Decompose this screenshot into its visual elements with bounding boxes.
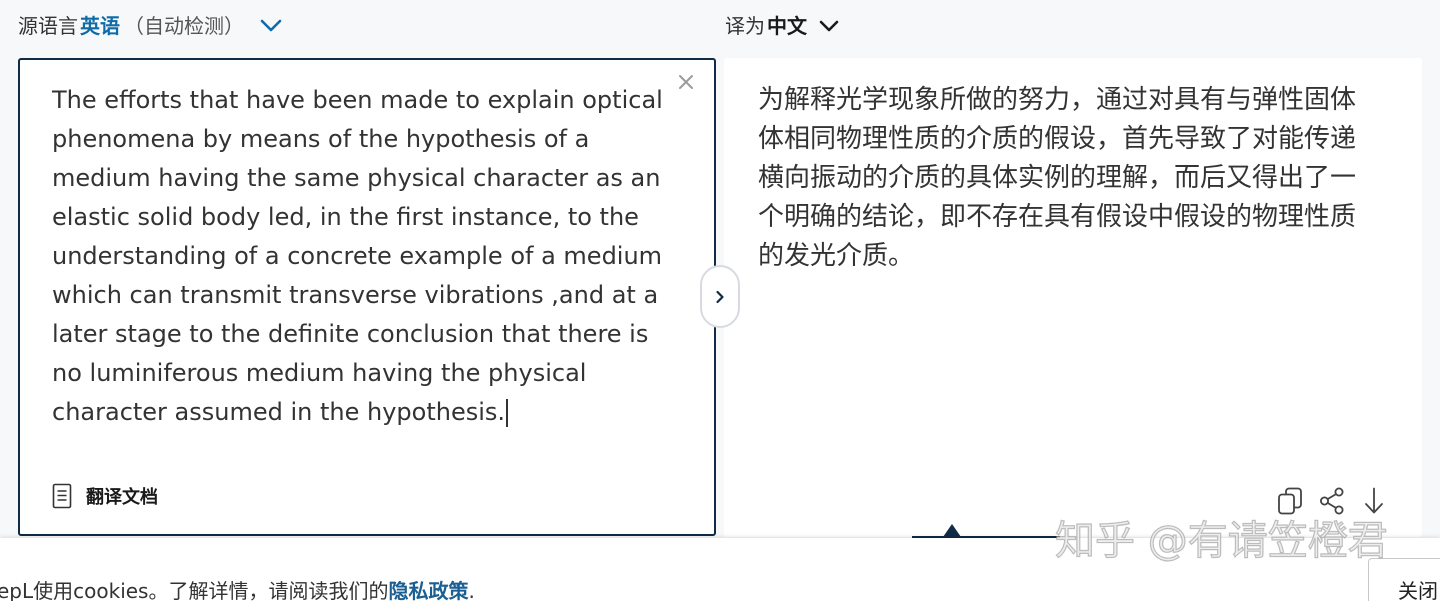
document-icon <box>52 483 72 509</box>
target-language-selector[interactable]: 译为 中文 <box>725 12 839 40</box>
source-panel: The efforts that have been made to expla… <box>18 58 716 536</box>
target-text-line: 的发光介质。 <box>758 241 915 271</box>
target-text-line: 为解释光学现象所做的努力，通过对具有与弹性固体 <box>758 85 1357 115</box>
chevron-down-icon[interactable] <box>260 19 282 33</box>
target-language-prefix: 译为 <box>725 14 765 38</box>
source-language-prefix: 源语言 <box>18 14 78 38</box>
source-text-line: character assumed in the hypothesis. <box>52 398 506 426</box>
download-icon[interactable] <box>1363 487 1385 515</box>
chevron-right-icon <box>715 290 725 304</box>
privacy-policy-link[interactable]: 隐私政策 <box>388 579 468 601</box>
source-language-name: 英语 <box>80 14 120 38</box>
auto-detect-label: （自动检测） <box>124 14 244 38</box>
target-text-line: 个明确的结论，即不存在具有假设中假设的物理性质 <box>758 202 1357 232</box>
cookie-notice-text: epL使用cookies。了解详情，请阅读我们的 <box>0 579 389 601</box>
cookie-banner: epL使用cookies。了解详情，请阅读我们的隐私政策. 关闭 <box>0 538 1440 601</box>
source-text-line: which can transmit transverse vibrations… <box>52 281 659 309</box>
cookie-notice-suffix: . <box>468 579 475 601</box>
source-text-line: The efforts that have been made to expla… <box>52 86 663 114</box>
target-text-line: 体相同物理性质的介质的假设，首先导致了对能传递 <box>758 124 1357 154</box>
target-language-name: 中文 <box>767 14 807 38</box>
source-text-line: phenomena by means of the hypothesis of … <box>52 125 590 153</box>
text-cursor <box>506 399 508 427</box>
translate-document-button[interactable]: 翻译文档 <box>52 482 158 510</box>
translate-document-label: 翻译文档 <box>86 487 158 508</box>
source-text-input[interactable]: The efforts that have been made to expla… <box>52 81 663 432</box>
target-text-output: 为解释光学现象所做的努力，通过对具有与弹性固体 体相同物理性质的介质的假设，首先… <box>758 81 1356 276</box>
source-text-line: no luminiferous medium having the physic… <box>52 359 587 387</box>
cookie-notice: epL使用cookies。了解详情，请阅读我们的隐私政策. <box>0 581 475 601</box>
source-text-line: medium having the same physical characte… <box>52 164 661 192</box>
cookie-close-button[interactable]: 关闭 <box>1368 558 1440 601</box>
source-language-selector[interactable]: 源语言 英语 （自动检测） <box>18 12 282 40</box>
chevron-down-icon[interactable] <box>819 20 839 33</box>
swap-languages-button[interactable] <box>700 265 740 328</box>
copy-icon[interactable] <box>1277 487 1303 515</box>
source-text-line: elastic solid body led, in the first ins… <box>52 203 639 231</box>
target-text-line: 横向振动的介质的具体实例的理解，而后又得出了一 <box>758 163 1357 193</box>
share-icon[interactable] <box>1319 487 1345 515</box>
target-panel: 为解释光学现象所做的努力，通过对具有与弹性固体 体相同物理性质的介质的假设，首先… <box>724 58 1422 537</box>
source-text-line: later stage to the definite conclusion t… <box>52 320 649 348</box>
close-icon[interactable] <box>677 73 695 91</box>
source-text-line-last: character assumed in the hypothesis. <box>52 393 663 432</box>
source-text-line: understanding of a concrete example of a… <box>52 242 663 270</box>
